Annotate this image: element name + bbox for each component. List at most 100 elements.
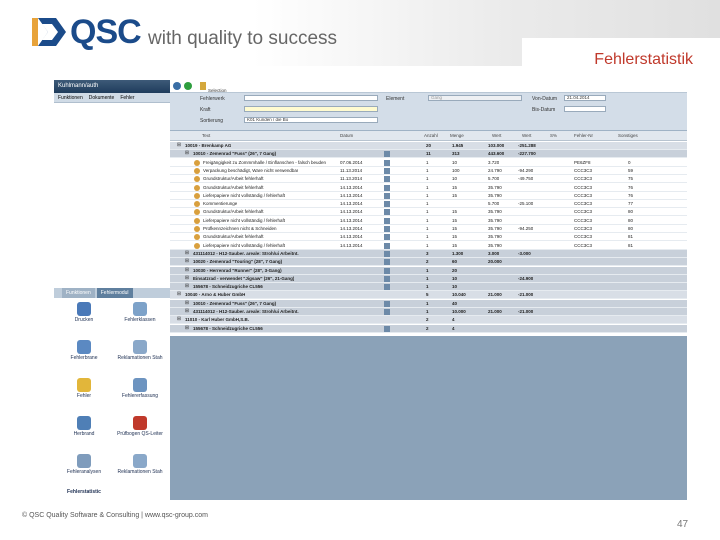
- menu-item-fehler[interactable]: Fehler: [120, 93, 134, 102]
- table-row[interactable]: ⊞ 10020 - Zemenrad "Touring" (28", 7 Gang…: [170, 258, 687, 267]
- edit-icon[interactable]: [384, 217, 390, 224]
- tab-fehlermodul[interactable]: Fehlermodul: [96, 288, 133, 298]
- edit-icon[interactable]: [384, 250, 390, 257]
- nav-herbrand[interactable]: Herbrand: [56, 416, 112, 452]
- col-text[interactable]: Text: [202, 133, 210, 138]
- edit-icon[interactable]: [384, 226, 390, 232]
- expand-icon[interactable]: ⊞: [184, 284, 190, 290]
- col-fehler-nr[interactable]: Fehler-Nr: [574, 133, 593, 138]
- nav-fehlerklassen[interactable]: Fehlerklassen: [112, 302, 168, 338]
- cell-text: 155678 - Schneidzugriche CL556: [193, 325, 263, 331]
- table-row[interactable]: ⊞ 431114012 - H12-Sauber. areale: Stroh/u…: [170, 308, 687, 316]
- table-row[interactable]: ⊞ 155678 - Schneidzugriche CL556 1 10: [170, 283, 687, 292]
- edit-icon[interactable]: [384, 201, 390, 208]
- edit-icon[interactable]: [384, 284, 390, 291]
- menu-item-dokumente[interactable]: Dokumente: [89, 93, 115, 102]
- table-row[interactable]: ⊞ 10010 - Zemenrad "Fuss" (26", 7 Gang) 11…: [170, 150, 687, 159]
- nav-pruefbogen[interactable]: Prüfbogen QS-Leiter: [112, 416, 168, 452]
- close-icon[interactable]: [173, 82, 181, 90]
- cell-menge: 10.000: [452, 309, 466, 314]
- col-wert[interactable]: Wert: [492, 133, 501, 138]
- cell-menge: 4: [452, 325, 455, 331]
- nav-fehleranalysen[interactable]: Fehleranalysen: [56, 454, 112, 490]
- edit-icon[interactable]: [384, 234, 390, 241]
- cell-fehler-nr: CCC3C3: [574, 234, 593, 240]
- nav-fehler[interactable]: Fehler: [56, 378, 112, 414]
- col-anzahl[interactable]: Anzahl: [424, 133, 438, 138]
- expand-icon[interactable]: ⊞: [184, 250, 190, 257]
- nav-drucken[interactable]: Drucken: [56, 302, 112, 338]
- edit-icon[interactable]: [384, 167, 390, 174]
- expand-icon[interactable]: ⊞: [184, 275, 190, 282]
- col-menge[interactable]: Menge: [450, 133, 464, 138]
- col-sonstiges[interactable]: Sonstiges: [618, 133, 638, 138]
- edit-icon[interactable]: [384, 151, 390, 158]
- expand-icon[interactable]: ⊞: [184, 259, 190, 265]
- edit-icon[interactable]: [384, 275, 390, 282]
- nav-reklamationen-stah[interactable]: Reklamationen Stah: [112, 340, 168, 376]
- toolbar: Selection: [170, 80, 687, 93]
- edit-icon[interactable]: [384, 159, 390, 166]
- edit-icon[interactable]: [384, 259, 390, 266]
- nav-fehlerbrane[interactable]: Fehlerbrane: [56, 340, 112, 376]
- expand-icon[interactable]: ⊞: [176, 317, 182, 323]
- edit-icon[interactable]: [384, 242, 390, 249]
- nav-fehlerstatistic[interactable]: Fehlerstatistic: [56, 488, 112, 500]
- table-row[interactable]: ⊞ 11010 - Karl Huber GmbH,S.B. 2 4: [170, 316, 687, 325]
- expand-icon[interactable]: ⊞: [184, 151, 190, 157]
- table-row[interactable]: Freigängigkeit zu Zommmhalle / Einflansc…: [170, 158, 687, 167]
- nav-fehlererfassung[interactable]: Fehlererfassung: [112, 378, 168, 414]
- cell-fehler-nr: CCC3C3: [574, 167, 593, 173]
- table-row[interactable]: ⊞ 431114012 - H12-Sauber. areale: Stroh/u…: [170, 249, 687, 258]
- refresh-icon[interactable]: [184, 82, 192, 90]
- table-row[interactable]: Kommentierunge 14.13.2014 1 5.700 -25.100 CCC…: [170, 200, 687, 209]
- expand-icon[interactable]: ⊞: [184, 325, 190, 332]
- cell-menge: 15: [452, 184, 458, 190]
- table-row[interactable]: ⊞ 10010 - Zemenrad "Fuss" (26", 7 Gang) 1 4…: [170, 299, 687, 308]
- nav-reklamationen-stah-2[interactable]: Reklamationen Stah: [112, 454, 168, 490]
- table-row[interactable]: ⊞ 155678 - Schneidzugriche CL556 2 4: [170, 324, 687, 333]
- cell-anzahl: 2: [426, 259, 429, 265]
- kraft-input[interactable]: [244, 106, 378, 112]
- table-row[interactable]: Prüfkennzeichnen nicht & Schneiden 14.13.…: [170, 225, 687, 233]
- table-row[interactable]: ⊞ 10019 - Brenkamp AG 20 1.945 103.000 -251.2…: [170, 142, 687, 150]
- edit-icon[interactable]: [384, 300, 390, 307]
- table-row[interactable]: Grundstruktur/Arbeit fehlerhaft 14.13.201…: [170, 208, 687, 217]
- table-row[interactable]: ⊞ 10030 - Herrenrad "Runner" (28", 3-Gang…: [170, 266, 687, 275]
- expand-icon[interactable]: ⊞: [184, 309, 190, 315]
- table-row[interactable]: ⊞ 10040 - Arno & Huber GmbH 5 10.040 21.000 -…: [170, 291, 687, 300]
- table-row[interactable]: Verpackung beschädigt, Ware nicht verwen…: [170, 166, 687, 175]
- edit-icon[interactable]: [384, 267, 390, 274]
- col-sprozent[interactable]: S%: [550, 133, 557, 138]
- edit-icon[interactable]: [384, 325, 390, 332]
- tab-funktionen[interactable]: Funktionen: [62, 288, 95, 298]
- table-row[interactable]: Grundstruktur/Arbeit fehlerhaft 14.13.201…: [170, 183, 687, 192]
- edit-icon[interactable]: [384, 184, 390, 191]
- table-row[interactable]: Lieferpapiere nicht vollständig / fehler…: [170, 241, 687, 250]
- menu-item-funktionen[interactable]: Funktionen: [58, 93, 83, 102]
- error-icon: [194, 201, 200, 208]
- sortierung-select[interactable]: K01 Kunden / die Bo: [244, 117, 378, 123]
- expand-icon[interactable]: ⊞: [176, 292, 182, 298]
- expand-icon[interactable]: ⊞: [184, 300, 190, 307]
- cell-menge: 20: [452, 267, 458, 273]
- fehlerwerk-input[interactable]: [244, 95, 378, 101]
- table-row[interactable]: Lieferpapiere nicht vollständig / fehler…: [170, 216, 687, 225]
- table-row[interactable]: Grundstruktur/Arbeit fehlerhaft 14.13.201…: [170, 233, 687, 242]
- table-row[interactable]: ⊞ Einsatzrad - verwendet "Jigsaw" (26", 2…: [170, 274, 687, 283]
- col-wert-2[interactable]: Wert: [522, 133, 531, 138]
- slide-header: QSC with quality to success Fehlerstatis…: [0, 0, 720, 78]
- table-row[interactable]: Lieferpapiere nicht vollständig / fehler…: [170, 191, 687, 200]
- edit-icon[interactable]: [384, 309, 390, 315]
- edit-icon[interactable]: [384, 192, 390, 199]
- col-datum[interactable]: Datum: [340, 133, 353, 138]
- table-row[interactable]: Grundstruktur/Arbeit fehlerhaft 11.13.201…: [170, 175, 687, 184]
- edit-icon[interactable]: [384, 209, 390, 216]
- edit-icon[interactable]: [384, 176, 390, 183]
- element-select[interactable]: Gang: [428, 95, 522, 101]
- expand-icon[interactable]: ⊞: [184, 267, 190, 274]
- bis-datum-input[interactable]: [564, 106, 606, 112]
- filter-icon[interactable]: [200, 82, 206, 90]
- expand-icon[interactable]: ⊞: [176, 143, 182, 149]
- von-datum-input[interactable]: 21.04.2014: [564, 95, 606, 101]
